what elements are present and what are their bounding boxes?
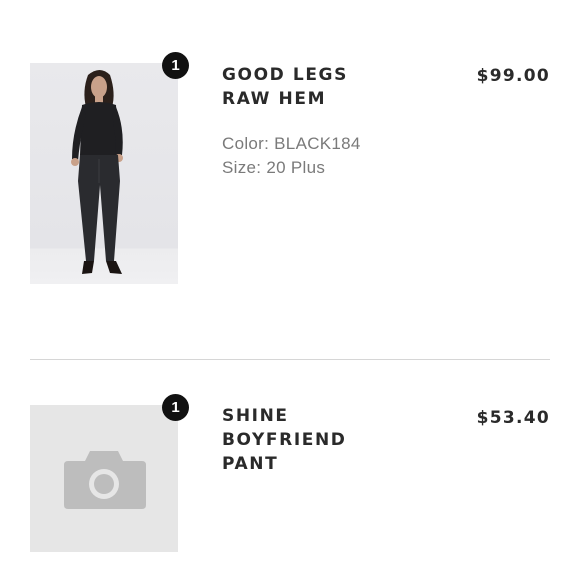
model-photo-illustration	[71, 70, 123, 274]
product-title-line: RAW HEM	[222, 89, 327, 109]
product-color: Color: BLACK184	[222, 134, 361, 153]
cart-item: 1 SHINE BOYFRIEND PANT $53.40	[0, 360, 580, 580]
product-price: $53.40	[476, 408, 550, 428]
camera-icon	[64, 451, 146, 509]
quantity-badge: 1	[162, 394, 189, 421]
product-image-placeholder[interactable]	[30, 405, 178, 552]
product-title-line: BOYFRIEND	[222, 430, 347, 450]
product-title-line: GOOD LEGS	[222, 65, 348, 85]
cart-item: 1 GOOD LEGS RAW HEM $99.00 Color: BLACK1…	[0, 0, 580, 360]
product-image[interactable]	[30, 63, 178, 284]
product-title-line: PANT	[222, 454, 279, 474]
product-size: Size: 20 Plus	[222, 158, 326, 177]
product-title-line: SHINE	[222, 406, 289, 426]
product-title[interactable]: GOOD LEGS RAW HEM	[222, 63, 382, 111]
product-title[interactable]: SHINE BOYFRIEND PANT	[222, 404, 382, 476]
product-price: $99.00	[476, 66, 550, 86]
quantity-badge: 1	[162, 52, 189, 79]
